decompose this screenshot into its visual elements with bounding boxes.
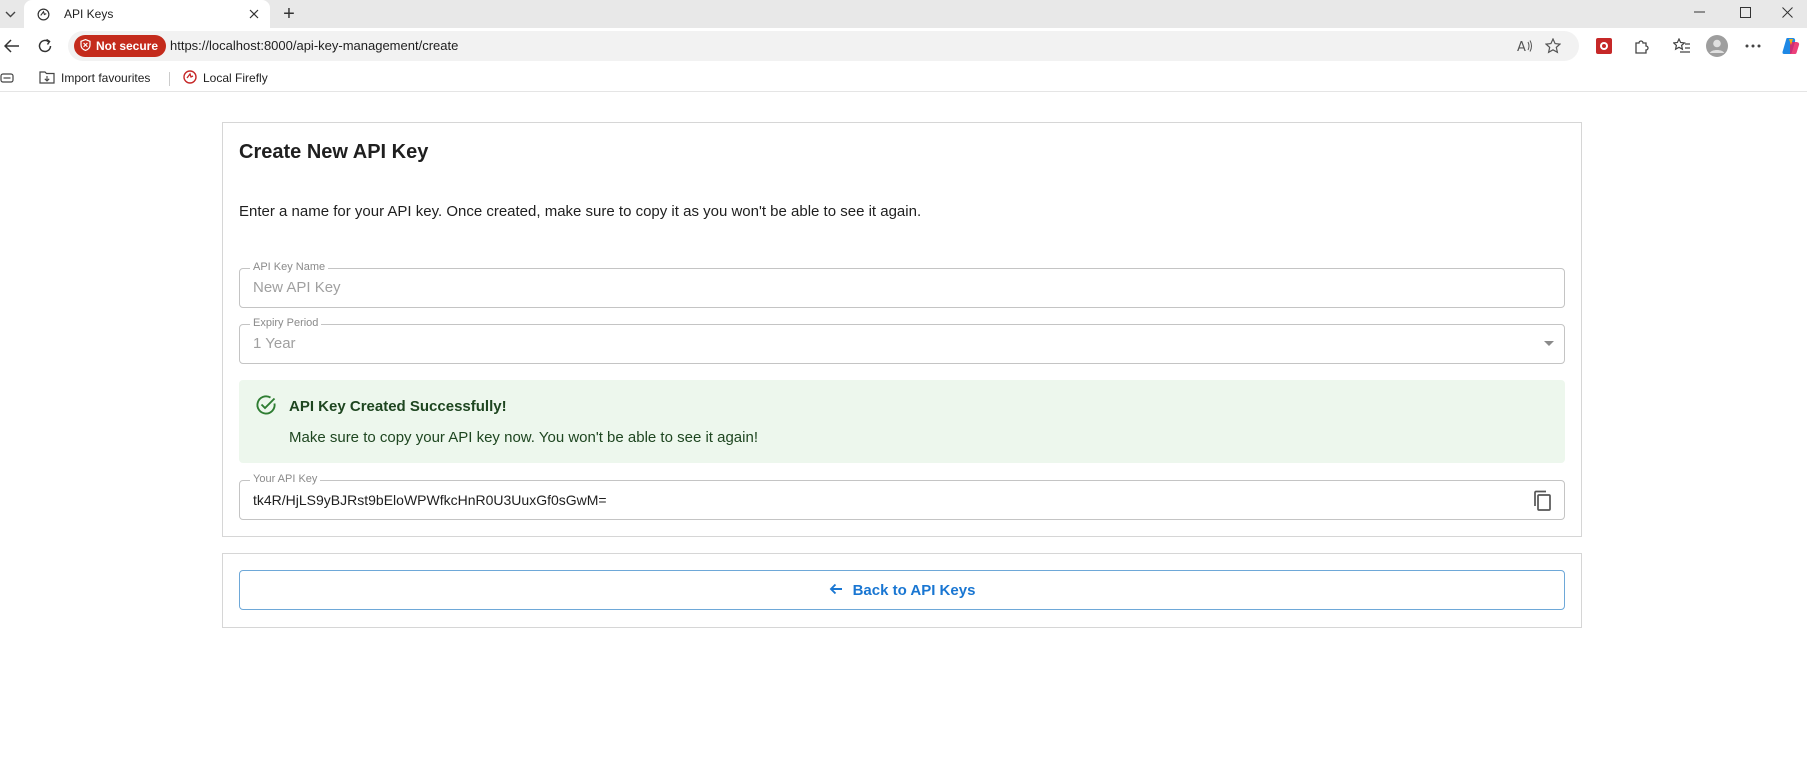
extension-red-icon[interactable] [1592,34,1616,58]
check-circle-icon [255,394,277,416]
firefly-bookmark-icon [183,69,197,87]
shield-warning-icon [80,38,91,54]
back-to-api-keys-button[interactable]: Back to API Keys [239,570,1565,610]
browser-tab-api-keys[interactable]: API Keys [24,0,270,28]
back-button-label: Back to API Keys [852,581,976,599]
favorites-collection-icon[interactable] [1670,34,1694,58]
close-window-icon[interactable] [1768,0,1807,24]
url-text[interactable]: https://localhost:8000/api-key-managemen… [170,38,458,53]
page-title: Create New API Key [239,141,429,163]
arrow-left-icon [829,580,843,600]
minimize-window-icon[interactable] [1676,0,1722,24]
intro-text: Enter a name for your API key. Once crea… [239,203,922,220]
not-secure-badge[interactable]: Not secure [74,35,167,57]
bookmark-import-favourites[interactable]: Import favourites [39,69,150,87]
api-key-name-value[interactable]: New API Key [253,279,341,296]
copy-icon[interactable] [1530,489,1554,513]
expiry-period-label: Expiry Period [250,317,322,329]
api-key-output-label: Your API Key [250,473,321,485]
success-alert: API Key Created Successfully! Make sure … [239,380,1565,463]
extensions-puzzle-icon[interactable] [1629,34,1653,58]
alert-body: Make sure to copy your API key now. You … [289,429,758,446]
back-navigation-icon[interactable] [0,34,24,58]
dropdown-arrow-icon[interactable] [1544,341,1554,346]
api-key-name-field[interactable]: API Key Name New API Key [239,261,1565,308]
not-secure-label: Not secure [96,39,159,53]
bookmark-label: Local Firefly [203,71,268,85]
browser-tab-bar: API Keys + [0,0,1807,28]
tab-title: API Keys [64,7,114,21]
more-options-icon[interactable] [1741,34,1765,58]
api-key-output-field[interactable]: Your API Key tk4R/HjLS9yBJRst9bEloWPWfkc… [239,473,1565,520]
copilot-icon[interactable] [1779,34,1803,58]
profile-avatar-icon[interactable] [1705,34,1729,58]
tab-actions-menu-icon[interactable] [0,2,20,26]
api-key-output-value[interactable]: tk4R/HjLS9yBJRst9bEloWPWfkcHnR0U3UuxGf0s… [253,492,607,508]
api-key-name-label: API Key Name [250,261,329,273]
create-api-key-card: Create New API Key Enter a name for your… [222,122,1582,537]
refresh-icon[interactable] [33,34,57,58]
bookmark-label: Import favourites [61,71,151,85]
bookmarks-bar: Import favourites Local Firefly [0,64,1807,92]
close-tab-icon[interactable] [244,4,264,24]
bookmark-divider [169,72,170,86]
import-folder-icon [39,70,55,87]
firefly-favicon-icon [36,7,50,21]
maximize-window-icon[interactable] [1722,0,1768,24]
favorite-star-icon[interactable] [1543,36,1563,56]
read-aloud-icon[interactable]: A [1515,36,1535,56]
bookmark-local-firefly[interactable]: Local Firefly [183,69,268,87]
alert-title: API Key Created Successfully! [289,398,507,415]
svg-text:A: A [1517,40,1526,53]
back-navigation-card: Back to API Keys [222,553,1582,628]
address-bar: Not secure https://localhost:8000/api-ke… [0,28,1807,64]
expiry-period-select[interactable]: Expiry Period 1 Year [239,317,1565,364]
url-omnibox[interactable]: Not secure https://localhost:8000/api-ke… [68,31,1579,61]
bookmarks-bar-overflow-icon[interactable] [0,69,14,87]
expiry-period-value[interactable]: 1 Year [253,335,296,352]
new-tab-button[interactable]: + [277,2,301,26]
